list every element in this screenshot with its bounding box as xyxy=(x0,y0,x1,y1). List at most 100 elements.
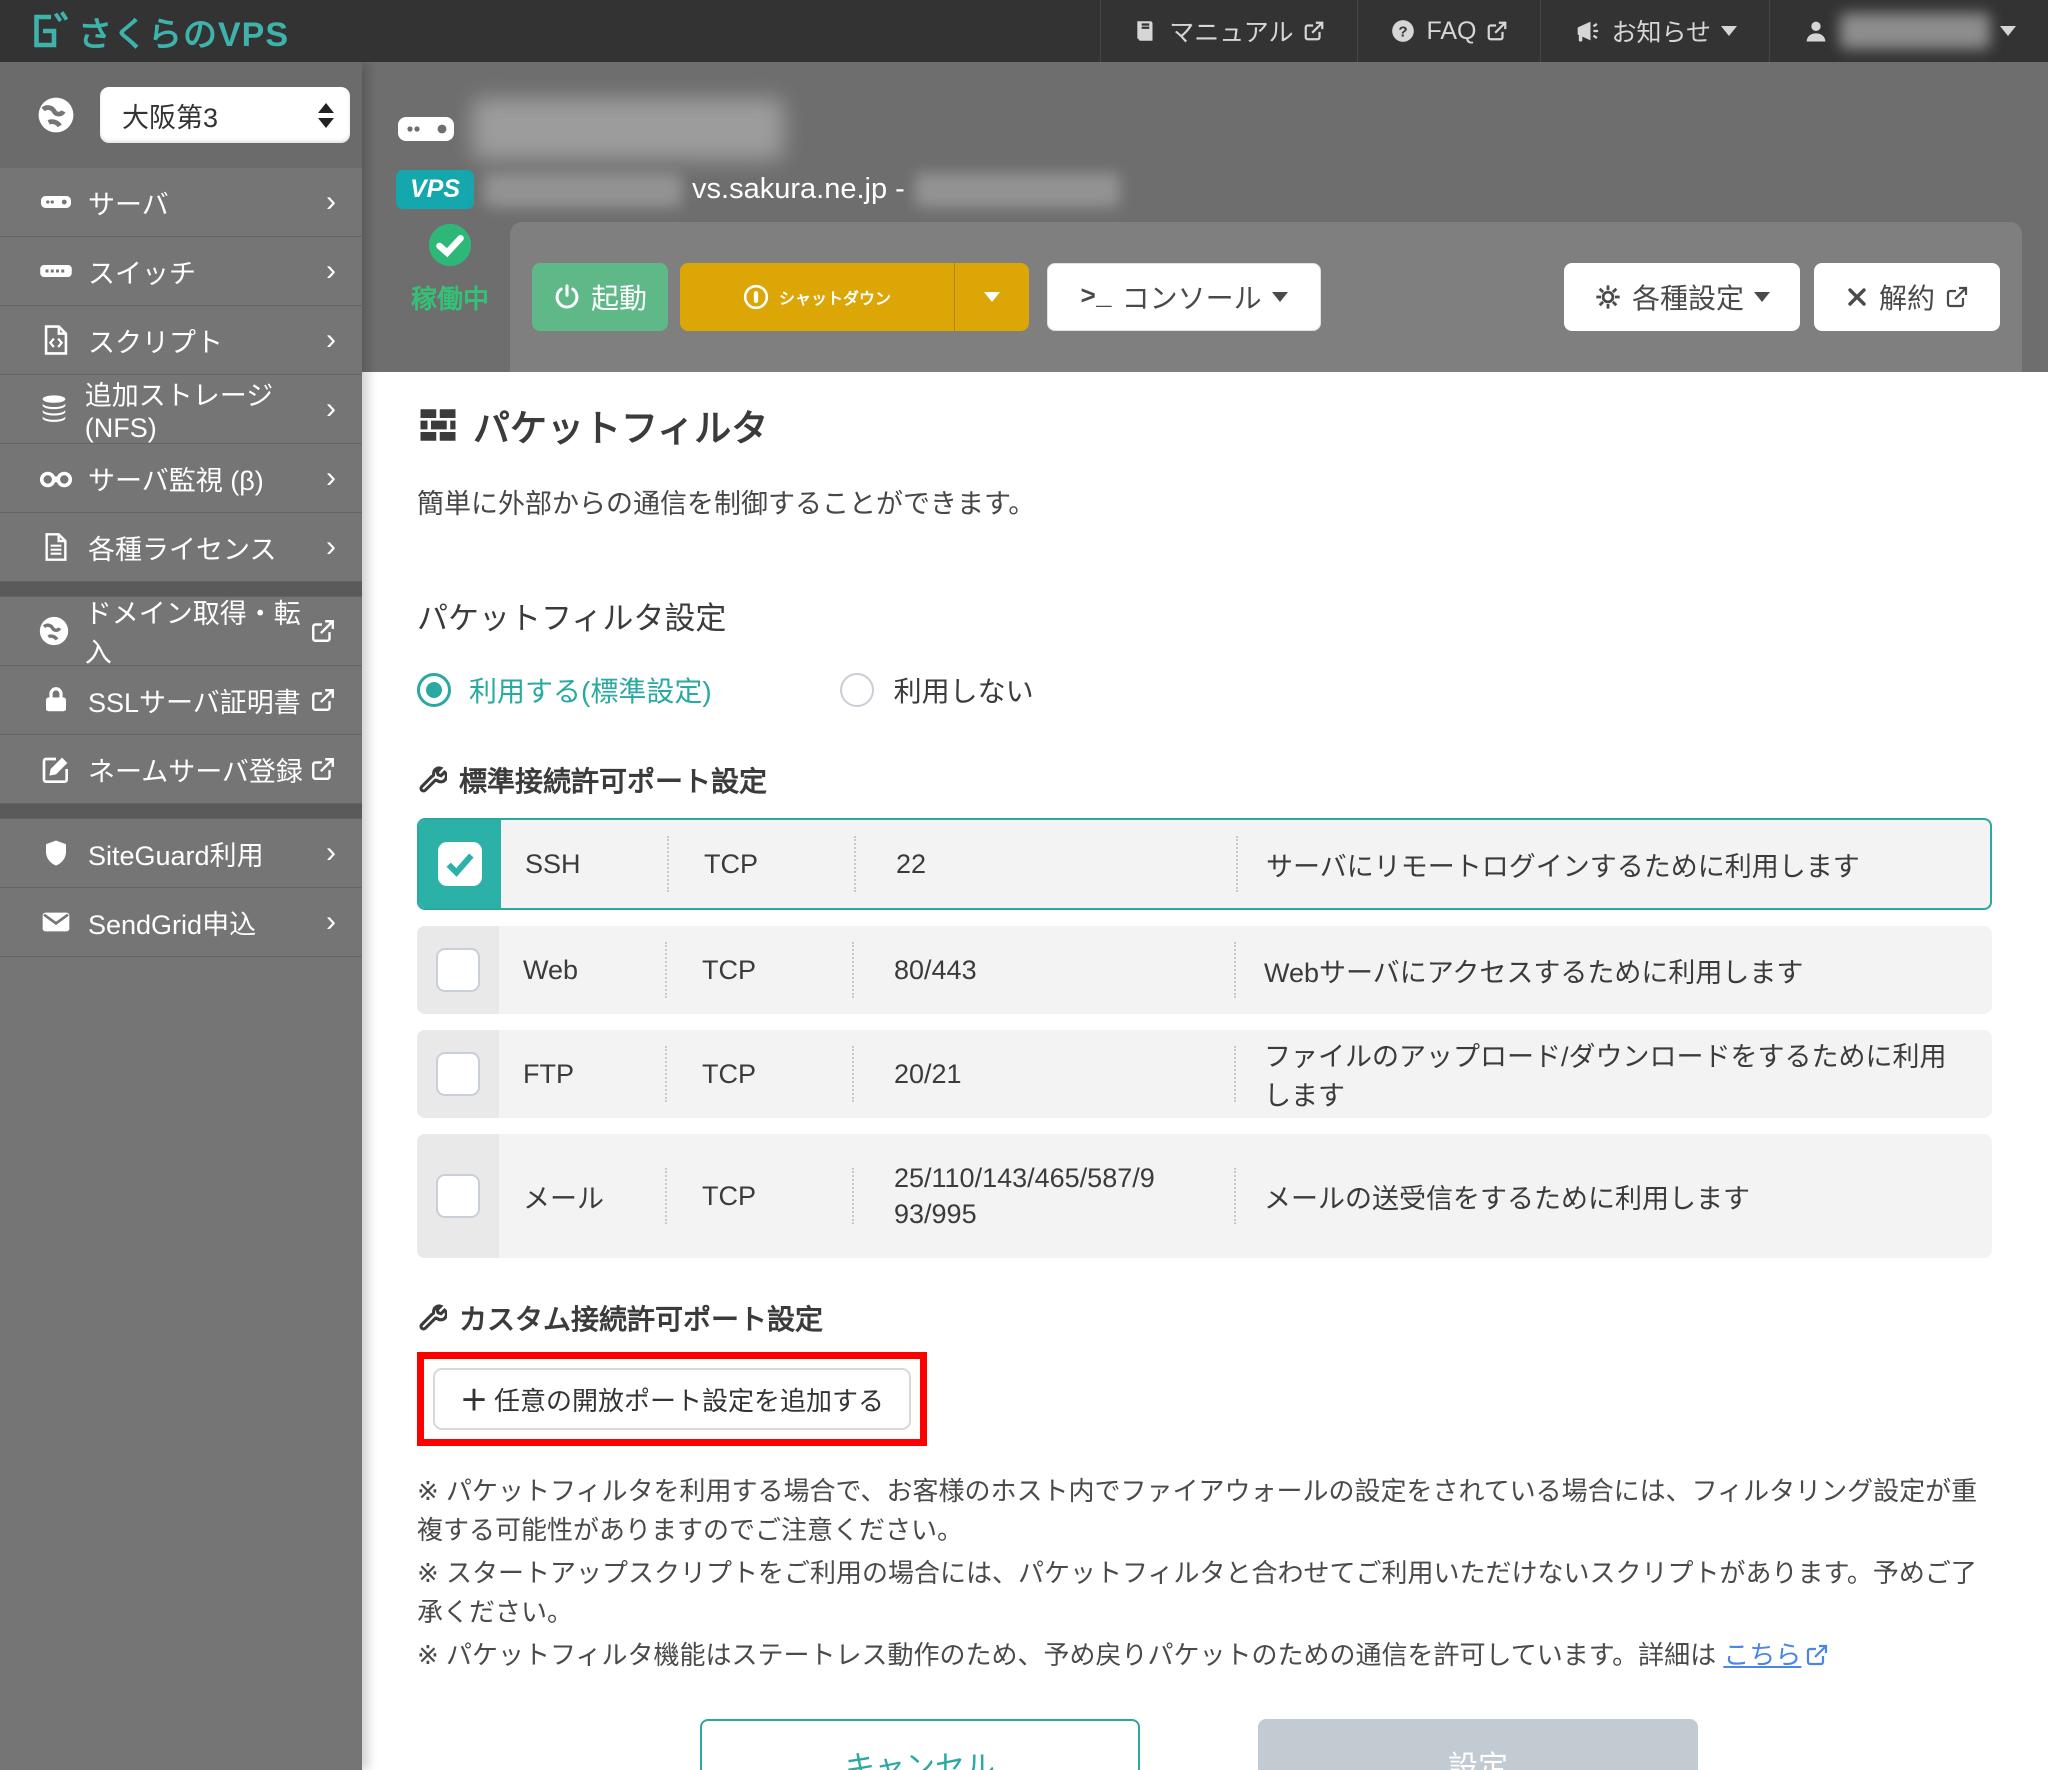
storage-icon xyxy=(34,392,75,426)
port-row-mail: メール TCP 25/110/143/465/587/993/995 メールの送… xyxy=(417,1134,1992,1258)
add-custom-port-button[interactable]: ＋ 任意の開放ポート設定を追加する xyxy=(433,1368,911,1430)
packet-filter-icon xyxy=(417,404,459,446)
annotation-highlight-box: ＋ 任意の開放ポート設定を追加する xyxy=(417,1352,927,1446)
shield-icon xyxy=(34,838,78,868)
note-firewall: ※ パケットフィルタを利用する場合で、お客様のホスト内でファイアウォールの設定を… xyxy=(417,1472,1992,1550)
checkbox-checked-icon[interactable] xyxy=(438,842,482,886)
radio-no-use-label[interactable]: 利用しない xyxy=(894,670,1034,710)
manual-link[interactable]: マニュアル xyxy=(1100,0,1357,62)
shutdown-dropdown-toggle[interactable] xyxy=(954,263,1029,331)
start-button[interactable]: 起動 xyxy=(532,263,668,331)
screen: さくらのVPS マニュアル xyxy=(0,0,2048,1770)
port-numbers: 25/110/143/465/587/993/995 xyxy=(854,1134,1234,1258)
sidebar-item-label: ネームサーバ登録 xyxy=(88,750,303,789)
standard-ports-heading: 標準接続許可ポート設定 xyxy=(459,760,767,800)
globe-icon xyxy=(34,93,78,137)
cancel-contract-label: 解約 xyxy=(1879,277,1935,317)
checkbox-unchecked-icon[interactable] xyxy=(436,948,480,992)
chevron-down-icon xyxy=(1754,292,1770,302)
chevron-right-icon: › xyxy=(326,907,336,937)
sidebar-item-domain[interactable]: ドメイン取得・転入 xyxy=(0,597,362,666)
megaphone-icon xyxy=(1573,17,1601,45)
sidebar-item-sendgrid[interactable]: SendGrid申込 › xyxy=(0,888,362,957)
cancel-contract-button[interactable]: 解約 xyxy=(1814,263,2000,331)
port-protocol: TCP xyxy=(669,820,854,908)
server-action-bar: 起動 シャットダウン >_ コンソール xyxy=(510,222,2022,372)
footer-buttons: キャンセル 設定 xyxy=(700,1719,1992,1770)
port-description: ファイルのアップロード/ダウンロードをするために利用します xyxy=(1236,1030,1992,1118)
redacted-server-title xyxy=(472,98,784,160)
sidebar-item-server[interactable]: サーバ › xyxy=(0,168,362,237)
shutdown-button[interactable]: シャットダウン xyxy=(680,263,954,331)
mail-checkbox-cell[interactable] xyxy=(417,1134,499,1258)
sidebar-item-label: スイッチ xyxy=(88,252,196,291)
external-link-icon xyxy=(310,618,336,644)
ftp-checkbox-cell[interactable] xyxy=(417,1030,499,1118)
sidebar-item-switch[interactable]: スイッチ › xyxy=(0,237,362,306)
web-checkbox-cell[interactable] xyxy=(417,926,499,1014)
manual-label: マニュアル xyxy=(1169,13,1293,49)
book-icon xyxy=(1133,18,1159,44)
sidebar-item-licenses[interactable]: 各種ライセンス › xyxy=(0,513,362,582)
vps-badge: VPS xyxy=(396,170,474,209)
port-numbers: 80/443 xyxy=(854,926,1234,1014)
chevron-right-icon: › xyxy=(326,532,336,562)
news-menu[interactable]: お知らせ xyxy=(1540,0,1769,62)
sidebar-item-nameserver[interactable]: ネームサーバ登録 xyxy=(0,735,362,804)
filter-setting-options: 利用する(標準設定) 利用しない xyxy=(417,670,1992,710)
external-link-icon xyxy=(310,756,336,782)
region-selector-row: 大阪第3 xyxy=(0,62,362,168)
account-menu[interactable] xyxy=(1769,0,2048,62)
faq-link[interactable]: ? FAQ xyxy=(1357,0,1540,62)
port-row-ftp: FTP TCP 20/21 ファイルのアップロード/ダウンロードをするために利用… xyxy=(417,1030,1992,1118)
port-description: メールの送受信をするために利用します xyxy=(1236,1134,1992,1258)
license-icon xyxy=(34,531,78,563)
redacted-account-name xyxy=(1840,13,1990,49)
filter-setting-heading: パケットフィルタ設定 xyxy=(417,593,1992,638)
region-select[interactable]: 大阪第3 xyxy=(100,87,350,143)
page-title: パケットフィルタ xyxy=(473,398,768,452)
cancel-button[interactable]: キャンセル xyxy=(700,1719,1140,1770)
redacted-subdomain xyxy=(484,173,682,207)
checkbox-unchecked-icon[interactable] xyxy=(436,1174,480,1218)
ssh-checkbox-cell[interactable] xyxy=(419,820,501,908)
notes: ※ パケットフィルタを利用する場合で、お客様のホスト内でファイアウォールの設定を… xyxy=(417,1472,1992,1675)
sidebar-item-storage[interactable]: 追加ストレージ(NFS) › xyxy=(0,375,362,444)
app-logo[interactable]: さくらのVPS xyxy=(0,7,289,56)
port-protocol: TCP xyxy=(667,1134,852,1258)
port-row-ssh: SSH TCP 22 サーバにリモートログインするために利用します xyxy=(417,818,1992,910)
sidebar-item-ssl[interactable]: SSLサーバ証明書 xyxy=(0,666,362,735)
globe-icon xyxy=(34,614,75,648)
sidebar-item-monitoring[interactable]: サーバ監視 (β) › xyxy=(0,444,362,513)
port-row-web: Web TCP 80/443 Webサーバにアクセスするために利用します xyxy=(417,926,1992,1014)
redacted-ip-address xyxy=(915,173,1120,207)
sidebar-item-label: サーバ xyxy=(88,183,169,222)
details-link[interactable]: こちら xyxy=(1723,1640,1801,1670)
sidebar-item-label: SiteGuard利用 xyxy=(88,834,264,873)
plus-icon: ＋ xyxy=(460,1379,488,1419)
sidebar-section-divider xyxy=(0,804,362,819)
radio-use-standard-label[interactable]: 利用する(標準設定) xyxy=(469,670,712,710)
wrench-icon xyxy=(417,1303,447,1333)
port-description: サーバにリモートログインするために利用します xyxy=(1238,820,1990,908)
console-button[interactable]: >_ コンソール xyxy=(1047,263,1321,331)
terminal-icon: >_ xyxy=(1080,282,1111,312)
sidebar-item-siteguard[interactable]: SiteGuard利用 › xyxy=(0,819,362,888)
lock-icon xyxy=(34,685,78,715)
sidebar-item-label: スクリプト xyxy=(88,321,223,360)
page-title-row: パケットフィルタ xyxy=(417,398,1992,452)
shutdown-button-group: シャットダウン xyxy=(680,263,1029,331)
start-label: 起動 xyxy=(591,277,647,317)
submit-button[interactable]: 設定 xyxy=(1258,1719,1698,1770)
radio-no-use[interactable] xyxy=(840,673,874,707)
checkbox-unchecked-icon[interactable] xyxy=(436,1052,480,1096)
settings-button[interactable]: 各種設定 xyxy=(1564,263,1800,331)
custom-ports-heading-row: カスタム接続許可ポート設定 xyxy=(417,1298,1992,1338)
sidebar-item-script[interactable]: スクリプト › xyxy=(0,306,362,375)
sidebar-item-label: 追加ストレージ(NFS) xyxy=(85,374,326,444)
chevron-right-icon: › xyxy=(326,394,336,424)
standard-ports-table: SSH TCP 22 サーバにリモートログインするために利用します Web TC… xyxy=(417,818,1992,1258)
switch-icon xyxy=(34,253,78,289)
radio-use-standard[interactable] xyxy=(417,673,451,707)
chevron-down-icon xyxy=(1721,26,1737,36)
